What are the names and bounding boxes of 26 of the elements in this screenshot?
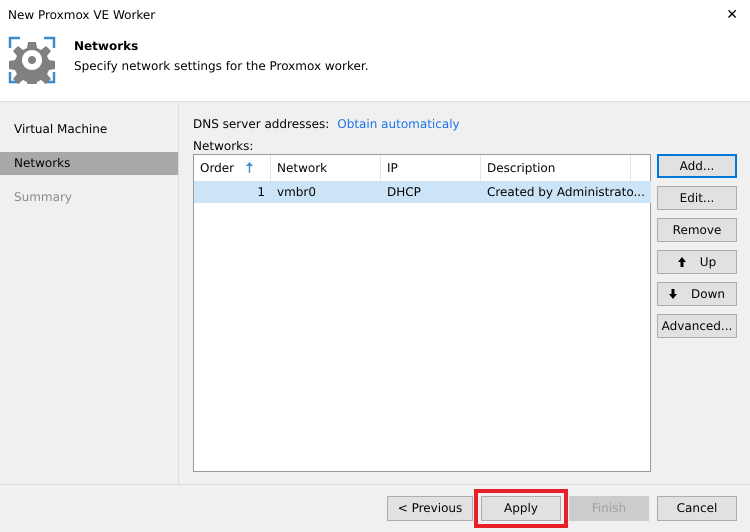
footer-button[interactable]: < Previous — [387, 496, 473, 521]
table-cell-text: DHCP — [386, 184, 422, 201]
action-button[interactable]: Down — [657, 282, 737, 306]
networks-label: Networks: — [193, 138, 254, 153]
close-button[interactable]: ✕ — [726, 7, 742, 23]
footer-button[interactable]: Cancel — [657, 496, 737, 521]
table-cell-text: vmbr0 — [276, 184, 317, 201]
page-subtitle: Specify network settings for the Proxmox worker. — [74, 59, 369, 73]
sidebar-item[interactable]: Virtual Machine — [0, 118, 178, 141]
down-arrow-icon — [668, 288, 677, 299]
table-cell-text: 1 — [256, 184, 266, 201]
window-title: New Proxmox VE Worker — [8, 8, 156, 22]
up-arrow-icon — [678, 256, 686, 267]
action-button[interactable]: Advanced... — [657, 314, 737, 338]
action-button[interactable]: Add... — [657, 154, 737, 178]
obtain-link[interactable]: Obtain automaticaly — [337, 116, 460, 131]
footer-button[interactable]: Apply — [481, 496, 561, 521]
page-title: Networks — [74, 39, 140, 53]
table-row[interactable]: 1 vmbr0 DHCP Created by Administrato... — [194, 180, 651, 203]
dns-label: DNS server addresses: — [193, 116, 330, 131]
gear-icon — [8, 36, 56, 84]
action-button[interactable]: Remove — [657, 218, 737, 242]
table-cell-text: Created by Administrato... — [486, 184, 646, 201]
action-button[interactable]: Up — [657, 250, 737, 274]
sidebar-item[interactable]: Networks — [0, 152, 178, 175]
action-button[interactable]: Edit... — [657, 186, 737, 210]
